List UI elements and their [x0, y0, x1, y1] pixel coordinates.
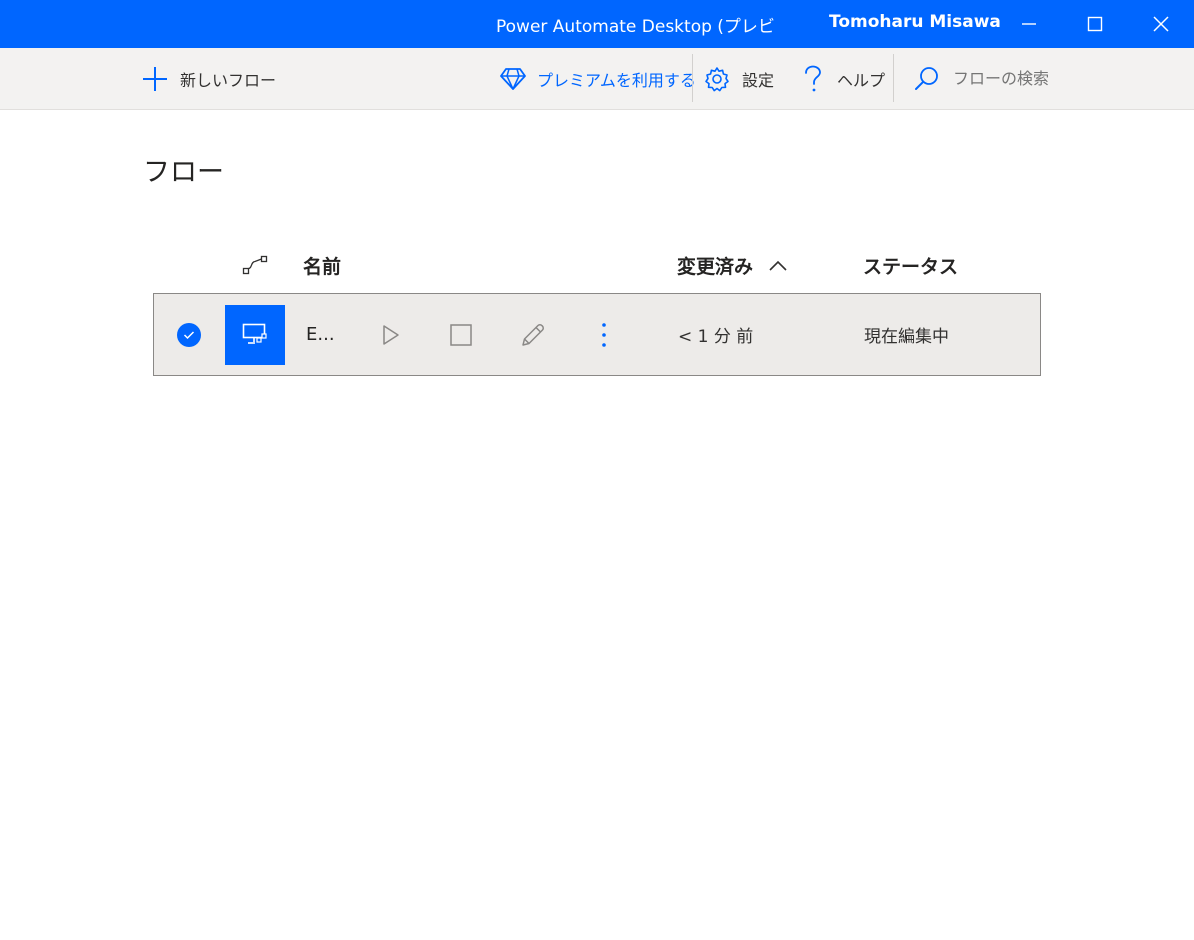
minimize-button[interactable] [996, 0, 1062, 48]
search-icon [915, 66, 938, 90]
toolbar-divider [692, 54, 693, 102]
title-bar: Power Automate Desktop (プレビ Tomoharu Mis… [0, 0, 1194, 48]
search-input[interactable] [953, 69, 1103, 88]
row-select-checkbox[interactable] [177, 294, 201, 375]
help-button[interactable]: ヘルプ [803, 48, 885, 109]
pencil-icon [522, 323, 544, 346]
stop-button[interactable] [450, 294, 472, 375]
plus-icon [143, 66, 167, 91]
premium-label: プレミアムを利用する [537, 70, 696, 90]
help-label: ヘルプ [837, 70, 886, 90]
page-title: フロー [143, 157, 224, 188]
new-flow-button[interactable]: 新しいフロー [142, 48, 276, 109]
table-row[interactable]: E... < 1 分 前 現在編集中 [153, 293, 1041, 376]
user-name[interactable]: Tomoharu Misawa [829, 12, 1001, 32]
flow-name-cell[interactable]: E... [306, 294, 335, 375]
command-bar: 新しいフロー プレミアムを利用する 設定 ヘルプ [0, 48, 1194, 110]
name-column-header[interactable]: 名前 [303, 250, 341, 280]
close-button[interactable] [1128, 0, 1194, 48]
new-flow-label: 新しいフロー [180, 70, 277, 90]
modified-cell: < 1 分 前 [678, 294, 753, 375]
desktop-flow-icon [242, 323, 267, 344]
search-box[interactable] [914, 48, 1103, 109]
flow-type-column-header[interactable] [242, 250, 268, 280]
settings-button[interactable]: 設定 [704, 48, 774, 109]
question-icon [805, 65, 821, 91]
minimize-icon [1022, 23, 1036, 25]
status-cell: 現在編集中 [864, 294, 949, 375]
toolbar-divider [893, 54, 894, 102]
maximize-button[interactable] [1062, 0, 1128, 48]
diamond-icon [500, 67, 526, 90]
stop-icon [450, 323, 472, 346]
more-vertical-icon [602, 322, 606, 347]
maximize-icon [1087, 16, 1103, 32]
settings-label: 設定 [742, 70, 775, 90]
window-title: Power Automate Desktop (プレビ [496, 17, 775, 37]
gear-icon [705, 66, 729, 91]
modified-column-header[interactable]: 変更済み [677, 250, 787, 280]
flow-name: E... [306, 324, 335, 345]
run-button[interactable] [379, 294, 401, 375]
checkmark-circle [177, 322, 201, 347]
play-icon [383, 324, 399, 345]
close-icon [1153, 16, 1169, 32]
status-value: 現在編集中 [864, 327, 949, 347]
flow-icon-tile [225, 304, 285, 365]
premium-button[interactable]: プレミアムを利用する [500, 48, 696, 109]
chevron-up-icon [769, 260, 787, 271]
modified-column-label: 変更済み [677, 255, 754, 278]
flow-connector-icon [242, 255, 268, 275]
checkmark-icon [183, 330, 195, 339]
more-actions-button[interactable] [601, 294, 607, 375]
modified-value: < 1 分 前 [678, 327, 754, 347]
edit-button[interactable] [520, 294, 546, 375]
flow-type-cell [225, 294, 285, 375]
status-column-header[interactable]: ステータス [863, 250, 958, 280]
